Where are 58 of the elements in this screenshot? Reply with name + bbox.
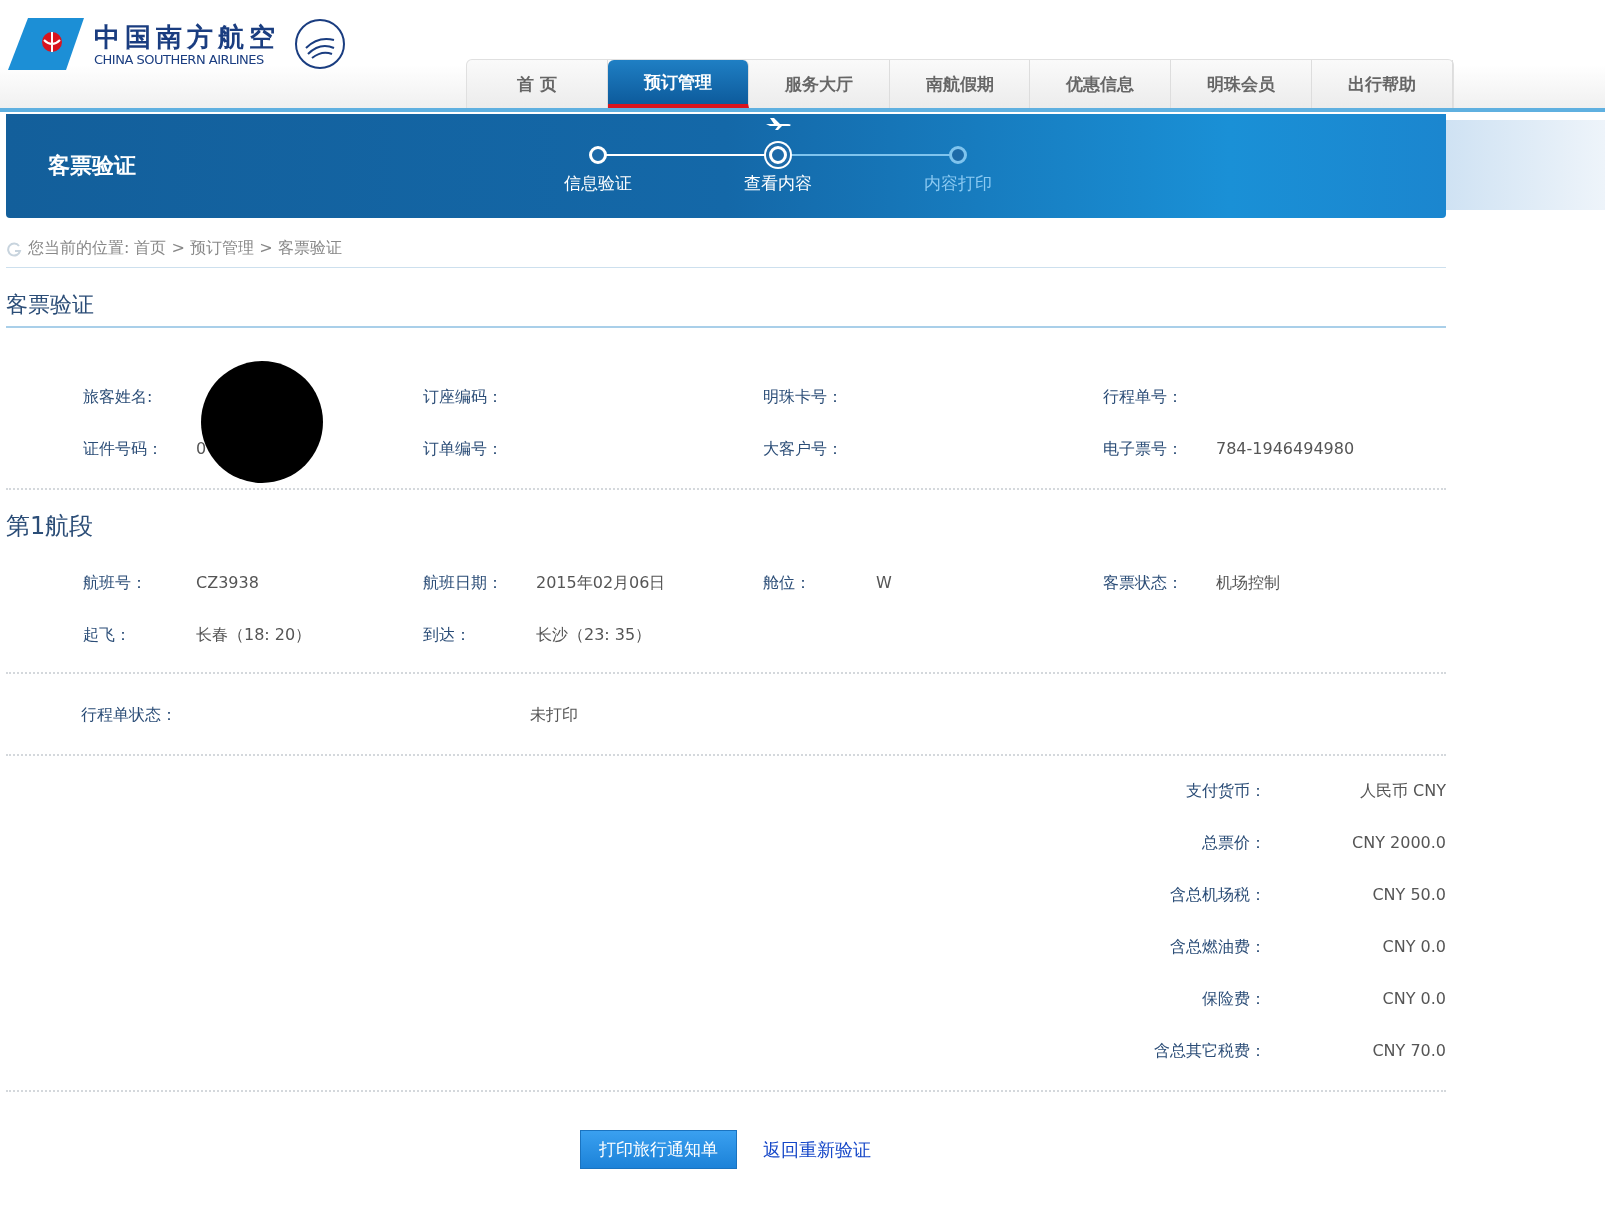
fee-label: 含总燃油费：: [1169, 936, 1266, 958]
fee-label: 总票价：: [1201, 832, 1266, 854]
step-label: 信息验证: [564, 171, 632, 195]
fee-value: CNY 50.0: [1371, 884, 1446, 906]
fee-label: 含总其它税费：: [1154, 1040, 1266, 1062]
field-value: CZ3938: [196, 572, 260, 594]
fee-value: 人民币 CNY: [1359, 780, 1446, 802]
field-value: 长沙（23: 35）: [536, 624, 653, 646]
nav-tab[interactable]: 首 页: [467, 60, 608, 108]
plane-icon: [766, 115, 792, 130]
field-label: 行程单号：: [1103, 386, 1184, 408]
fee-value: CNY 70.0: [1371, 1040, 1446, 1062]
nav-tab[interactable]: 明珠会员: [1171, 60, 1313, 108]
field-label: 航班日期：: [423, 572, 504, 594]
field-label: 客票状态：: [1103, 572, 1184, 594]
fee-value: CNY 2000.0: [1351, 832, 1446, 854]
nav-tab[interactable]: 出行帮助: [1312, 60, 1453, 108]
nav-tab[interactable]: 服务大厅: [748, 60, 890, 108]
field-value: 机场控制: [1216, 572, 1281, 594]
field-label: 行程单状态：: [81, 704, 178, 726]
field-value: 2015年02月06日: [536, 572, 667, 594]
print-button[interactable]: 打印旅行通知单: [580, 1130, 737, 1169]
field-label: 舱位：: [763, 572, 812, 594]
field-label: 明珠卡号：: [763, 386, 844, 408]
step-label: 查看内容: [744, 171, 812, 195]
field-label: 航班号：: [83, 572, 148, 594]
banner-title: 客票验证: [48, 152, 137, 180]
field-label: 订座编码：: [423, 386, 504, 408]
field-value: W: [876, 572, 893, 594]
field-label: 大客户号：: [763, 438, 844, 460]
nav-tab[interactable]: 优惠信息: [1030, 60, 1172, 108]
fee-label: 支付货币：: [1185, 780, 1266, 802]
fee-value: CNY 0.0: [1381, 936, 1446, 958]
field-label: 证件号码：: [83, 438, 164, 460]
field-value: 0: [196, 438, 208, 460]
field-value: 784-1946494980: [1216, 438, 1356, 460]
nav-tab[interactable]: 南航假期: [889, 60, 1031, 108]
field-label: 订单编号：: [423, 438, 504, 460]
field-value: 长春（18: 20）: [196, 624, 313, 646]
field-label: 电子票号：: [1103, 438, 1184, 460]
section-title: 客票验证: [6, 290, 1446, 328]
airline-name-english: CHINA SOUTHERN AIRLINES: [94, 51, 265, 67]
refresh-icon: [6, 240, 22, 257]
step-label: 内容打印: [924, 171, 992, 195]
breadcrumb: 您当前的位置: 首页 > 预订管理 > 客票验证: [28, 238, 342, 259]
segment-title: 第1航段: [6, 511, 95, 542]
airline-tail-icon: [8, 18, 84, 70]
fee-label: 保险费：: [1201, 988, 1266, 1010]
field-label: 旅客姓名:: [83, 386, 154, 408]
fee-value: CNY 0.0: [1381, 988, 1446, 1010]
field-value: 未打印: [530, 704, 578, 726]
revalidate-link[interactable]: 返回重新验证: [763, 1137, 871, 1162]
airline-name: 中国南方航空: [94, 21, 280, 52]
fee-label: 含总机场税：: [1169, 884, 1266, 906]
swirl-logo-icon: [294, 18, 346, 70]
nav-tab[interactable]: 预订管理: [607, 60, 749, 108]
field-label: 到达：: [423, 624, 472, 646]
field-label: 起飞：: [83, 624, 132, 646]
